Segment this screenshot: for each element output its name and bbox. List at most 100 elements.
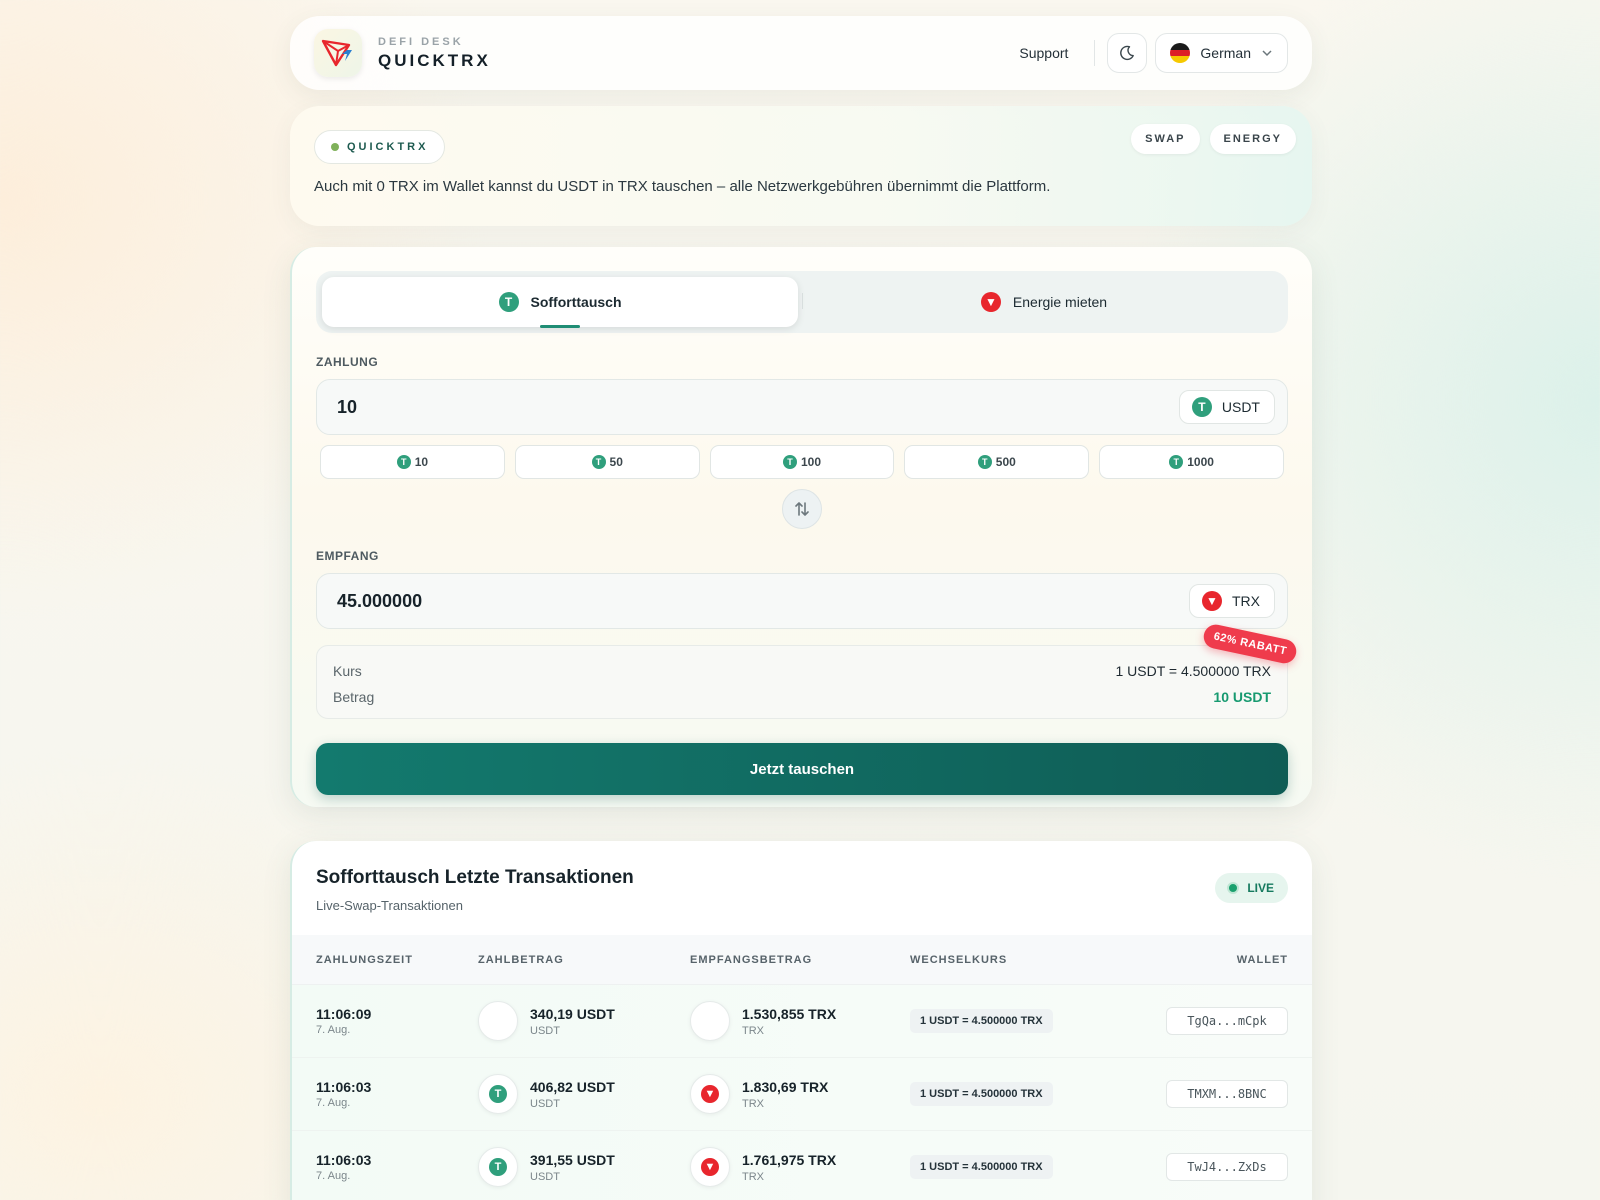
tx-time: 11:06:09	[316, 1006, 372, 1022]
tx-rate: 1 USDT = 4.500000 TRX	[910, 1082, 1053, 1106]
trx-icon: ▼	[701, 1085, 719, 1103]
tab-label: Sofforttausch	[530, 294, 622, 310]
tx-pay-unit: USDT	[530, 1024, 560, 1037]
receive-token-label: TRX	[1232, 593, 1260, 609]
language-select[interactable]: German	[1155, 33, 1288, 73]
tx-pay-unit: USDT	[530, 1170, 560, 1183]
tx-wallet[interactable]: TMXM...8BNC	[1166, 1080, 1288, 1108]
brand-pill-label: QUICKTRX	[347, 141, 429, 153]
col-wallet: WALLET	[1236, 953, 1288, 966]
receive-token-select[interactable]: ▼ TRX	[1189, 584, 1275, 618]
tx-date: 7. Aug.	[316, 1170, 351, 1182]
logo[interactable]	[314, 29, 362, 77]
brand-subtitle: DEFI DESK	[378, 35, 464, 48]
col-receive: EMPFANGSBETRAG	[690, 953, 813, 966]
tx-date: 7. Aug.	[316, 1024, 351, 1036]
chevron-down-icon	[1262, 50, 1272, 57]
pay-label: ZAHLUNG	[316, 355, 379, 369]
tx-receive-unit: TRX	[742, 1170, 764, 1183]
tx-pay-amount: 406,82 USDT	[530, 1078, 615, 1095]
logo-icon	[321, 39, 352, 67]
quick-amount-500[interactable]: T 500	[904, 445, 1090, 479]
brand-pill: QUICKTRX	[314, 130, 446, 164]
table-row[interactable]: 11:06:03 7. Aug. T 391,55 USDT USDT ▼ 1.761,…	[292, 1131, 1312, 1200]
tx-receive-unit: TRX	[742, 1097, 764, 1110]
transactions-subtitle: Live-Swap-Transaktionen	[316, 898, 463, 913]
moon-icon	[1120, 45, 1135, 61]
usdt-icon: T	[396, 455, 411, 469]
trx-icon: ▼	[1202, 591, 1222, 611]
mode-tabs: T Sofforttausch ▼ Energie mieten	[316, 271, 1288, 333]
receive-amount-field[interactable]: 45.000000 ▼ TRX	[316, 573, 1288, 629]
amount-value: 10 USDT	[1213, 689, 1271, 705]
banner-text: Auch mit 0 TRX im Wallet kannst du USDT …	[314, 178, 1051, 195]
quick-amount-10[interactable]: T 10	[320, 445, 505, 479]
tx-date: 7. Aug.	[316, 1097, 351, 1109]
pay-amount-value[interactable]: 10	[337, 397, 1179, 418]
tab-rent-energy[interactable]: ▼ Energie mieten	[806, 277, 1282, 327]
swap-arrows-icon	[795, 502, 809, 516]
banner-tags: SWAP ENERGY	[1131, 124, 1296, 154]
support-link[interactable]: Support	[1019, 45, 1068, 61]
tx-receive-amount: 1.530,855 TRX	[742, 1005, 837, 1022]
status-dot	[331, 143, 339, 151]
live-badge: LIVE	[1215, 873, 1288, 903]
usdt-icon: T	[489, 1085, 507, 1103]
tx-receive-unit: TRX	[742, 1024, 764, 1037]
col-rate: WECHSELKURS	[910, 953, 1008, 966]
col-pay: ZAHLBETRAG	[478, 953, 564, 966]
amount-row: Betrag 10 USDT	[333, 684, 1271, 710]
tx-pay-unit: USDT	[530, 1097, 560, 1110]
quick-amount-1000[interactable]: T 1000	[1099, 445, 1284, 479]
trx-icon-placeholder	[690, 1001, 730, 1041]
rate-info-box: 62% RABATT Kurs 1 USDT = 4.500000 TRX Be…	[316, 622, 1299, 719]
swap-now-button[interactable]: Jetzt tauschen	[316, 743, 1288, 795]
transactions-card: Sofforttausch Letzte Transaktionen Live-…	[290, 841, 1312, 1200]
receive-label: EMPFANG	[316, 549, 379, 563]
usdt-icon: T	[498, 292, 519, 312]
tag-energy: ENERGY	[1209, 124, 1296, 154]
brand-name: QUICKTRX	[378, 50, 491, 70]
tx-wallet[interactable]: TgQa...mCpk	[1166, 1007, 1288, 1035]
usdt-icon: T	[977, 455, 992, 469]
receive-amount-value: 45.000000	[337, 590, 423, 611]
tx-pay-amount: 340,19 USDT	[530, 1005, 615, 1022]
usdt-icon: T	[782, 455, 797, 469]
tx-time: 11:06:03	[316, 1079, 372, 1095]
quick-amount-50[interactable]: T 50	[514, 445, 700, 479]
tx-wallet[interactable]: TwJ4...ZxDs	[1166, 1153, 1288, 1181]
tx-time: 11:06:03	[316, 1152, 372, 1168]
tx-receive-amount: 1.761,975 TRX	[742, 1151, 837, 1168]
tx-pay-amount: 391,55 USDT	[530, 1151, 615, 1168]
tx-rate: 1 USDT = 4.500000 TRX	[910, 1009, 1053, 1033]
info-banner: QUICKTRX Auch mit 0 TRX im Wallet kannst…	[290, 106, 1312, 226]
table-row[interactable]: 11:06:03 7. Aug. T 406,82 USDT USDT ▼ 1.830,…	[292, 1058, 1312, 1131]
swap-card: T Sofforttausch ▼ Energie mieten ZAHLUNG…	[290, 247, 1312, 807]
transactions-header: Sofforttausch Letzte Transaktionen Live-…	[292, 841, 1312, 935]
trx-icon: ▼	[701, 1158, 719, 1176]
tab-instant-swap[interactable]: T Sofforttausch	[322, 277, 798, 328]
tx-receive-amount: 1.830,69 TRX	[742, 1078, 829, 1095]
col-time: ZAHLUNGSZEIT	[316, 953, 413, 966]
quick-amounts: T 10 T 50 T 100 T 500 T 1000	[316, 445, 1288, 479]
flag-germany-icon	[1170, 43, 1191, 63]
live-label: LIVE	[1247, 881, 1274, 895]
quick-amount-100[interactable]: T 100	[709, 445, 895, 479]
usdt-icon: T	[591, 455, 606, 469]
trx-icon: ▼	[980, 292, 1001, 312]
live-dot-icon	[1227, 882, 1240, 894]
transactions-title: Sofforttausch Letzte Transaktionen	[316, 867, 634, 888]
rate-value: 1 USDT = 4.500000 TRX	[1115, 663, 1271, 679]
usdt-icon-placeholder	[478, 1001, 518, 1041]
pay-token-label: USDT	[1221, 399, 1260, 415]
top-header: DEFI DESK QUICKTRX Support German	[290, 16, 1312, 90]
header-divider	[1094, 40, 1096, 66]
theme-toggle-button[interactable]	[1107, 33, 1148, 73]
brand: DEFI DESK QUICKTRX	[378, 36, 491, 71]
pay-token-select[interactable]: T USDT	[1178, 390, 1275, 424]
pay-amount-input[interactable]: 10 T USDT	[316, 379, 1288, 435]
usdt-icon: T	[1169, 455, 1184, 469]
table-row[interactable]: 11:06:09 7. Aug. 340,19 USDT USDT 1.530,85…	[292, 985, 1312, 1058]
usdt-icon: T	[489, 1158, 507, 1176]
swap-direction-button[interactable]	[782, 489, 822, 529]
